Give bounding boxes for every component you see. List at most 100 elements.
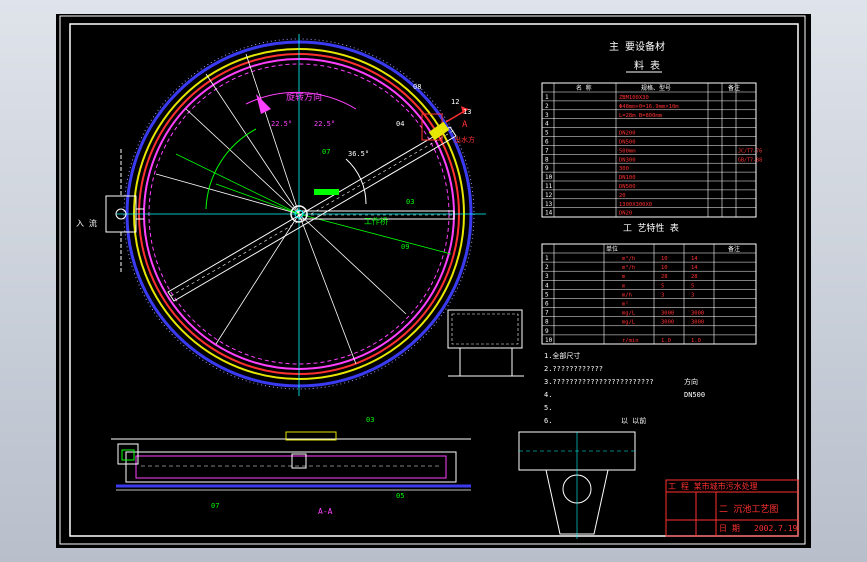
svg-text:6.: 6.: [544, 417, 552, 425]
svg-text:13: 13: [463, 108, 471, 116]
process-row-v1: 1.0: [661, 338, 671, 344]
process-row-v2: 3000: [691, 311, 704, 317]
svg-text:22.5°: 22.5°: [271, 120, 292, 128]
process-row-v2: 3: [691, 292, 694, 298]
process-row-v2: 28: [691, 274, 698, 280]
inlet-label: 入 流: [76, 218, 97, 228]
process-row-v2: 5: [691, 283, 694, 289]
equipment-row-spec: 1300X300X0: [619, 202, 652, 208]
process-row-unit: mg/L: [622, 311, 636, 317]
plan-view: 旋转方向 22.5° 22.5° 36.5° 07 03 08 04 12 13…: [76, 34, 486, 396]
process-row-v1: 28: [661, 274, 668, 280]
equipment-row-spec: DN500: [619, 184, 636, 190]
process-row-v1: 3: [661, 292, 664, 298]
equipment-row-no: 9: [545, 165, 549, 172]
process-row-v2: 14: [691, 256, 698, 262]
section-view: 03 07 05 A-A: [111, 416, 471, 516]
process-row-v1: 3000: [661, 311, 674, 317]
process-row-no: 1: [545, 255, 549, 262]
svg-text:07: 07: [211, 502, 219, 510]
svg-text:方向: 方向: [684, 377, 698, 386]
equipment-row-no: 8: [545, 156, 549, 163]
equipment-row-no: 11: [545, 183, 553, 190]
working-bridge-label: 工作桥: [364, 216, 388, 226]
equipment-row-spec: ZBM100X30: [619, 95, 649, 101]
process-row-no: 6: [545, 301, 549, 308]
equipment-row-spec: 500mm: [619, 148, 636, 154]
equipment-row-no: 14: [545, 210, 553, 217]
process-row-no: 10: [545, 337, 553, 344]
svg-text:07: 07: [322, 148, 330, 156]
process-row-unit: m: [622, 283, 626, 289]
svg-text:日 期: 日 期: [719, 524, 740, 533]
process-row-no: 4: [545, 282, 549, 289]
equipment-title: 主 要设备材: [609, 40, 665, 53]
process-row-v1: 3000: [661, 320, 674, 326]
equipment-row-no: 1: [545, 94, 549, 101]
process-row-no: 5: [545, 291, 549, 298]
outlet-pipe-section: [518, 431, 636, 539]
process-row-v1: 10: [661, 265, 668, 271]
equipment-row-no: 6: [545, 139, 549, 146]
process-row-v2: 14: [691, 265, 698, 271]
process-row-unit: m: [622, 274, 626, 280]
equipment-row-no: 10: [545, 174, 553, 181]
equipment-row-no: 7: [545, 147, 549, 154]
equipment-row-no: 13: [545, 201, 553, 208]
equipment-row-spec: 300: [619, 166, 629, 172]
process-row-no: 3: [545, 273, 549, 280]
rotation-label: 旋转方向: [286, 91, 322, 103]
equipment-row-spec: Φ48mm×0=16.9mm×10m: [619, 104, 679, 110]
svg-text:1.全部尺寸: 1.全部尺寸: [544, 351, 580, 360]
equipment-row-spec: L=28m B=800mm: [619, 113, 663, 119]
svg-text:规格、型号: 规格、型号: [641, 84, 671, 92]
process-table: 工 艺特性 表 单位 备注 1 m³/h 10 14 2 m³/h 10 14 3 m 28 28 4 m…: [541, 222, 757, 345]
process-row-v1: 10: [661, 256, 668, 262]
svg-text:12: 12: [451, 98, 459, 106]
svg-text:备注: 备注: [728, 84, 740, 92]
process-row-unit: m²: [622, 301, 629, 308]
equipment-row-spec: DN300: [619, 157, 636, 163]
svg-text:03: 03: [366, 416, 374, 424]
equipment-row-no: 3: [545, 112, 549, 119]
process-row-no: 9: [545, 328, 549, 335]
equipment-subtitle: 料 表: [634, 59, 660, 72]
project-name: 工 程 某市城市污水处理: [668, 481, 758, 491]
equipment-row-spec: DN20: [619, 211, 632, 217]
equipment-row-no: 5: [545, 130, 549, 137]
equipment-row-spec: DN500: [619, 140, 636, 146]
svg-text:09: 09: [401, 243, 409, 251]
svg-text:22.5°: 22.5°: [314, 120, 335, 128]
svg-text:3.????????????????????????: 3.????????????????????????: [544, 378, 654, 386]
process-row-no: 7: [545, 310, 549, 317]
equipment-table: 主 要设备材 料 表 名 称 规格、型号 备注 1 ZBM100X30 2 Φ48mm…: [541, 40, 762, 218]
equipment-row-spec: 20: [619, 193, 626, 199]
svg-text:以 以前: 以 以前: [621, 416, 646, 425]
cad-viewport[interactable]: 旋转方向 22.5° 22.5° 36.5° 07 03 08 04 12 13…: [56, 14, 811, 548]
svg-text:03: 03: [406, 198, 414, 206]
svg-text:05: 05: [396, 492, 404, 500]
section-caption: A-A: [318, 507, 333, 516]
svg-text:4.: 4.: [544, 391, 552, 399]
equipment-row-no: 4: [545, 121, 549, 128]
process-row-no: 2: [545, 264, 549, 271]
process-row-unit: mg/L: [622, 320, 636, 326]
title-block: 工 程 某市城市污水处理 二 沉池工艺图 日 期 2002.7.19: [665, 479, 799, 537]
equipment-row-no: 12: [545, 192, 553, 199]
drawing-date: 2002.7.19: [754, 524, 798, 533]
notes-block: 1.全部尺寸 2.???????????? 3.????????????????…: [544, 351, 705, 425]
svg-text:备注: 备注: [728, 245, 740, 253]
drive-unit: [314, 189, 339, 195]
svg-text:04: 04: [396, 120, 404, 128]
process-title: 工 艺特性 表: [623, 222, 679, 234]
process-row-unit: m/h: [622, 292, 632, 298]
svg-text:5.: 5.: [544, 404, 552, 412]
svg-text:36.5°: 36.5°: [348, 150, 369, 158]
process-row-v1: 5: [661, 283, 664, 289]
equipment-row-no: 2: [545, 103, 549, 110]
process-row-no: 8: [545, 319, 549, 326]
process-row-unit: m³/h: [622, 264, 635, 271]
svg-text:名 称: 名 称: [576, 84, 592, 92]
svg-text:出水方: 出水方: [454, 135, 475, 144]
equipment-row-spec: DN100: [619, 175, 636, 181]
